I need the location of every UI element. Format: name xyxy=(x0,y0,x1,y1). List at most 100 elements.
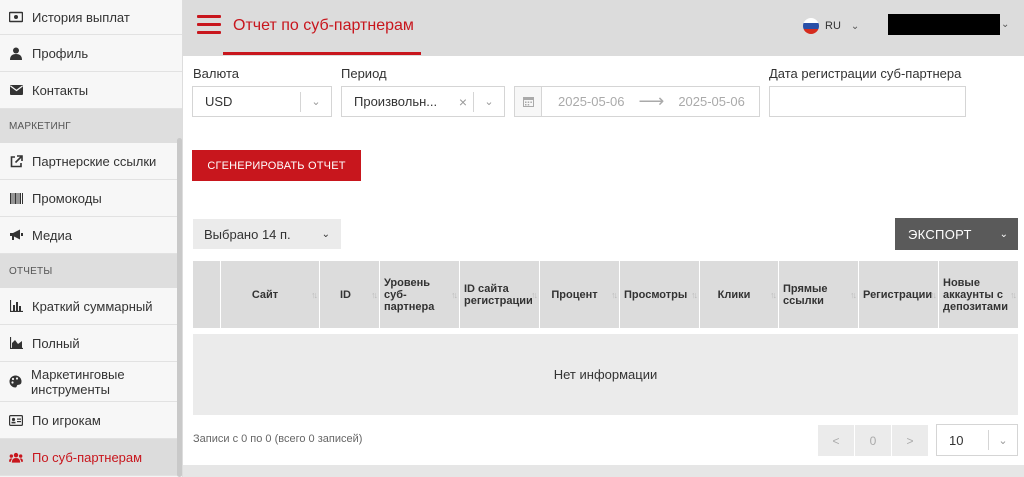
sidebar-item-label: Партнерские ссылки xyxy=(32,153,157,169)
sidebar-item-marketing-tools[interactable]: Маркетинговые инструменты xyxy=(0,362,182,402)
sort-icon: ↑↓ xyxy=(531,289,538,300)
period-label: Период xyxy=(341,66,387,81)
sidebar-item-contacts[interactable]: Контакты xyxy=(0,72,182,109)
chevron-down-icon: ⌄ xyxy=(850,20,860,32)
sidebar-item-partner-links[interactable]: Партнерские ссылки xyxy=(0,143,182,180)
export-label: ЭКСПОРТ xyxy=(908,226,972,242)
sidebar-section-reports: ОТЧЕТЫ xyxy=(0,254,182,288)
barcode-icon xyxy=(9,191,23,205)
sidebar-item-label: Профиль xyxy=(32,45,89,61)
bar-chart-icon xyxy=(9,299,23,313)
sidebar-item-by-subpartners[interactable]: По суб-партнерам xyxy=(0,439,182,476)
language-selector[interactable]: RU ⌄ xyxy=(803,18,859,34)
date-to[interactable]: 2025-05-06 xyxy=(678,94,745,109)
user-account-redacted[interactable] xyxy=(888,14,1000,35)
chevron-down-icon: ⌄ xyxy=(311,96,321,108)
russia-flag-icon xyxy=(803,18,819,34)
sidebar-item-label: Полный xyxy=(32,335,80,351)
area-chart-icon xyxy=(9,336,23,350)
title-underline xyxy=(223,52,421,55)
top-header: Отчет по суб-партнерам RU ⌄ ⌄ xyxy=(183,0,1024,56)
generate-report-button[interactable]: СГЕНЕРИРОВАТЬ ОТЧЕТ xyxy=(192,150,361,181)
chevron-down-icon: ⌄ xyxy=(999,228,1008,240)
column-header-direct-links[interactable]: Прямые ссылки ↑↓ xyxy=(779,261,859,328)
column-header-site[interactable]: Сайт ↑↓ xyxy=(221,261,320,328)
sort-icon: ↑↓ xyxy=(451,289,458,300)
megaphone-icon xyxy=(9,228,23,242)
sidebar-item-label: История выплат xyxy=(32,9,130,25)
sidebar-item-profile[interactable]: Профиль xyxy=(0,35,182,72)
menu-icon[interactable] xyxy=(197,15,221,35)
period-select[interactable]: Произвольн... × ⌄ xyxy=(341,86,505,117)
palette-icon xyxy=(9,375,22,389)
arrow-right-icon: ⟶ xyxy=(638,91,665,111)
date-range-picker[interactable]: 2025-05-06 ⟶ 2025-05-06 xyxy=(514,86,760,117)
sidebar-item-label: Маркетинговые инструменты xyxy=(31,366,125,397)
sort-icon: ↑↓ xyxy=(611,289,618,300)
sidebar-item-label: Контакты xyxy=(32,82,89,98)
sort-icon: ↑↓ xyxy=(930,289,937,300)
sort-icon: ↑↓ xyxy=(850,289,857,300)
column-header-registration-site-id[interactable]: ID сайта регистрации ↑↓ xyxy=(460,261,540,328)
sidebar-item-label: По игрокам xyxy=(32,412,101,428)
id-card-icon xyxy=(9,413,23,427)
sidebar-item-label: Краткий суммарный xyxy=(32,298,153,314)
registration-date-label: Дата регистрации суб-партнера xyxy=(769,66,962,81)
user-icon xyxy=(9,46,23,60)
sort-icon: ↑↓ xyxy=(311,289,318,300)
sidebar-item-payout-history[interactable]: История выплат xyxy=(0,0,182,35)
page-size-value: 10 xyxy=(949,432,964,448)
column-header-id[interactable]: ID ↑↓ xyxy=(320,261,380,328)
registration-date-input[interactable] xyxy=(769,86,966,117)
currency-label: Валюта xyxy=(193,66,239,81)
column-header-percent[interactable]: Процент ↑↓ xyxy=(540,261,620,328)
currency-select[interactable]: USD ⌄ xyxy=(192,86,332,117)
sort-icon: ↑↓ xyxy=(371,289,378,300)
export-button[interactable]: ЭКСПОРТ ⌄ xyxy=(895,218,1018,250)
period-value: Произвольн... xyxy=(354,94,438,109)
sidebar-item-summary[interactable]: Краткий суммарный xyxy=(0,288,182,325)
sidebar-scrollbar[interactable] xyxy=(177,138,182,477)
table-header: Сайт ↑↓ ID ↑↓ Уровень суб-партнера ↑↓ ID са… xyxy=(193,261,1018,328)
empty-table-message: Нет информации xyxy=(553,367,658,382)
page-size-select[interactable]: 10 ⌄ xyxy=(936,424,1018,456)
external-link-icon xyxy=(9,154,23,168)
users-icon xyxy=(9,450,23,464)
bottom-strip xyxy=(183,465,1024,477)
sort-icon: ↑↓ xyxy=(691,289,698,300)
page-title: Отчет по суб-партнерам xyxy=(233,17,414,34)
sidebar-item-label: По суб-партнерам xyxy=(32,449,143,465)
columns-selected-label: Выбрано 14 п. xyxy=(204,226,291,242)
column-header-registrations[interactable]: Регистрации ↑↓ xyxy=(859,261,939,328)
column-header-views[interactable]: Просмотры ↑↓ xyxy=(620,261,700,328)
pagination: < 0 > xyxy=(818,425,929,456)
sidebar-item-full[interactable]: Полный xyxy=(0,325,182,362)
language-code: RU xyxy=(825,20,841,32)
next-page-button[interactable]: > xyxy=(892,425,928,456)
sort-icon: ↑↓ xyxy=(1010,289,1017,300)
sort-icon: ↑↓ xyxy=(770,289,777,300)
table-body: Нет информации xyxy=(193,334,1018,415)
chevron-down-icon[interactable]: ⌄ xyxy=(1001,19,1009,30)
sidebar-section-marketing: МАРКЕТИНГ xyxy=(0,109,182,143)
date-from[interactable]: 2025-05-06 xyxy=(558,94,625,109)
columns-select[interactable]: Выбрано 14 п. ⌄ xyxy=(193,219,341,249)
sidebar-item-by-players[interactable]: По игрокам xyxy=(0,402,182,439)
column-header-subpartner-level[interactable]: Уровень суб-партнера ↑↓ xyxy=(380,261,460,328)
column-header-new-deposit-accounts[interactable]: Новые аккаунты с депозитами ↑↓ xyxy=(939,261,1018,328)
envelope-icon xyxy=(9,83,23,97)
records-info: Записи с 0 по 0 (всего 0 записей) xyxy=(193,433,363,445)
chevron-down-icon: ⌄ xyxy=(321,228,330,240)
sidebar-item-promocodes[interactable]: Промокоды xyxy=(0,180,182,217)
column-header-expand xyxy=(193,261,221,328)
prev-page-button[interactable]: < xyxy=(818,425,854,456)
sidebar-item-label: Медиа xyxy=(32,227,72,243)
clear-icon[interactable]: × xyxy=(453,94,473,110)
current-page-button[interactable]: 0 xyxy=(855,425,891,456)
sidebar-item-label: Промокоды xyxy=(32,190,102,206)
calendar-icon xyxy=(515,87,542,116)
currency-value: USD xyxy=(205,94,233,109)
sidebar-item-media[interactable]: Медиа xyxy=(0,217,182,254)
column-header-clicks[interactable]: Клики ↑↓ xyxy=(700,261,779,328)
payout-history-icon xyxy=(9,10,23,24)
